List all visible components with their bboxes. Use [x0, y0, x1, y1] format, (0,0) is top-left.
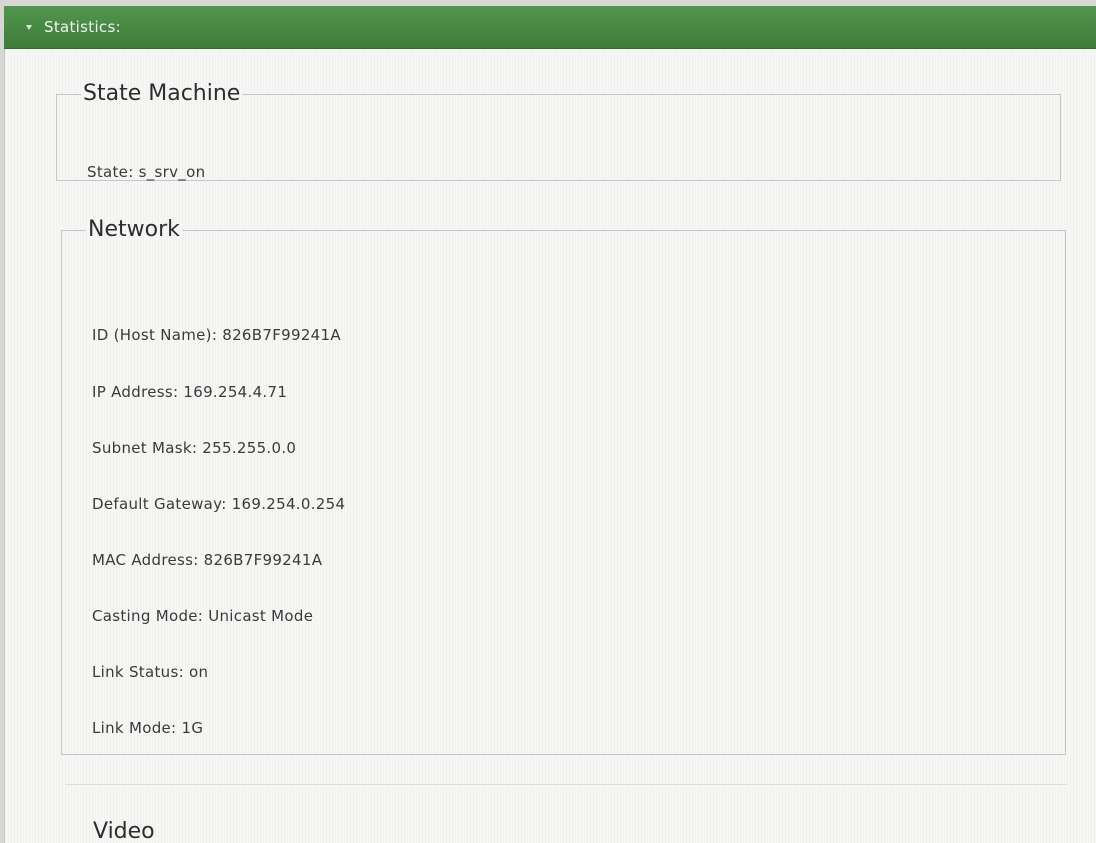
triangle-down-icon[interactable]: [26, 24, 32, 30]
link-mode-field: Link Mode: 1G: [92, 719, 204, 737]
network-group: Network ID (Host Name): 826B7F99241A IP …: [61, 217, 1066, 755]
ip-address-field: IP Address: 169.254.4.71: [92, 383, 288, 401]
mac-address-field: MAC Address: 826B7F99241A: [92, 551, 323, 569]
panel-title: Statistics:: [44, 18, 121, 36]
state-machine-group: State Machine State: s_srv_on: [56, 81, 1061, 181]
state-field: State: s_srv_on: [87, 163, 206, 181]
statistics-panel: Statistics: State Machine State: s_srv_o…: [4, 6, 1096, 843]
link-status-field: Link Status: on: [92, 663, 209, 681]
section-divider: [65, 784, 1067, 785]
network-legend: Network: [88, 217, 180, 242]
statistics-panel-body: State Machine State: s_srv_on Network ID…: [4, 49, 1096, 843]
casting-mode-field: Casting Mode: Unicast Mode: [92, 607, 314, 625]
video-heading: Video: [93, 819, 155, 843]
default-gateway-field: Default Gateway: 169.254.0.254: [92, 495, 346, 513]
statistics-panel-header[interactable]: Statistics:: [4, 6, 1096, 49]
state-machine-legend: State Machine: [83, 81, 241, 106]
host-name-field: ID (Host Name): 826B7F99241A: [92, 326, 341, 344]
subnet-mask-field: Subnet Mask: 255.255.0.0: [92, 439, 297, 457]
